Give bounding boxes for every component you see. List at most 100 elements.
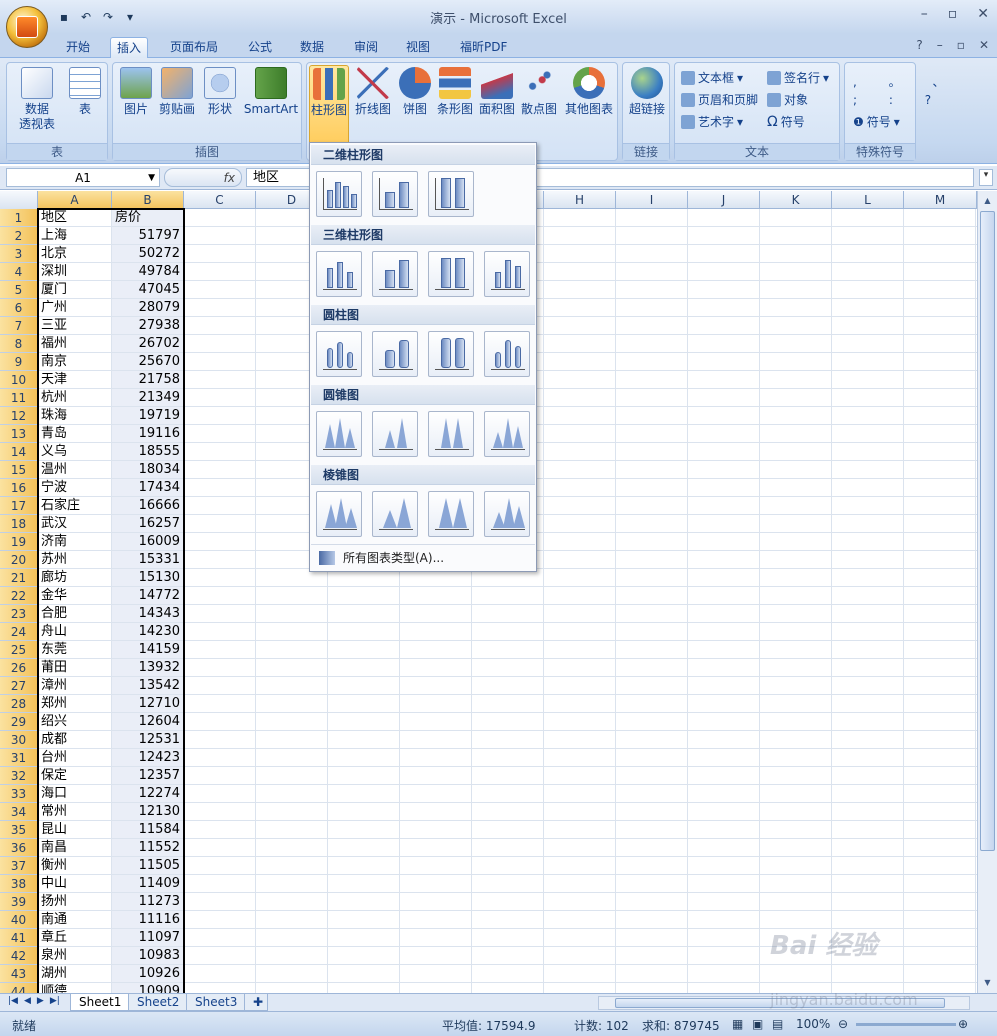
cell-b[interactable]: 47045 [112,281,184,299]
cell-a[interactable]: 台州 [38,749,112,767]
tab-page-layout[interactable]: 页面布局 [164,37,224,58]
cell-a[interactable]: 义乌 [38,443,112,461]
3d-stacked-column-icon[interactable] [372,251,418,297]
vertical-scroll-thumb[interactable] [980,211,995,851]
tab-foxit-pdf[interactable]: 福昕PDF [454,37,513,58]
row-header[interactable]: 11 [0,389,38,407]
column-header-j[interactable]: J [688,191,760,209]
column-header-m[interactable]: M [904,191,977,209]
cell-a[interactable]: 宁波 [38,479,112,497]
cell-b[interactable]: 12710 [112,695,184,713]
zoom-out-icon[interactable]: ⊖ [838,1017,848,1031]
cell-b[interactable]: 11097 [112,929,184,947]
row-header[interactable]: 40 [0,911,38,929]
cell-b[interactable]: 11409 [112,875,184,893]
vertical-scrollbar[interactable]: ▲ ▼ [977,191,997,993]
row-header[interactable]: 27 [0,677,38,695]
row-header[interactable]: 24 [0,623,38,641]
tab-view[interactable]: 视图 [400,37,436,58]
cell-b[interactable]: 19116 [112,425,184,443]
column-header-c[interactable]: C [184,191,256,209]
row-header[interactable]: 44 [0,983,38,993]
cell-b[interactable]: 14230 [112,623,184,641]
cell-b[interactable]: 12357 [112,767,184,785]
cell-b[interactable]: 51797 [112,227,184,245]
3d-cone-icon[interactable] [484,411,530,457]
expand-formula-bar-icon[interactable]: ▾ [979,169,993,186]
cell-a[interactable]: 东莞 [38,641,112,659]
pie-chart-button[interactable]: 饼图 [397,67,433,117]
cell-a[interactable]: 舟山 [38,623,112,641]
cell-a[interactable]: 福州 [38,335,112,353]
row-header[interactable]: 41 [0,929,38,947]
row-header[interactable]: 38 [0,875,38,893]
percent-stacked-column-icon[interactable] [428,171,474,217]
cell-b[interactable]: 27938 [112,317,184,335]
row-header[interactable]: 30 [0,731,38,749]
next-sheet-icon[interactable]: ▶ [37,996,44,1006]
cell-a[interactable]: 石家庄 [38,497,112,515]
percent-stacked-cylinder-icon[interactable] [428,331,474,377]
cell-a[interactable]: 北京 [38,245,112,263]
special-symbol-button[interactable]: ❶ 符号 ▾ [853,113,900,130]
cell-b[interactable]: 16257 [112,515,184,533]
row-header[interactable]: 8 [0,335,38,353]
row-header[interactable]: 10 [0,371,38,389]
column-header-k[interactable]: K [760,191,832,209]
page-layout-view-icon[interactable]: ▣ [752,1017,763,1031]
row-header[interactable]: 12 [0,407,38,425]
minimize-icon[interactable]: – [921,6,928,22]
cell-a[interactable]: 温州 [38,461,112,479]
3d-pyramid-icon[interactable] [484,491,530,537]
cell-b[interactable]: 28079 [112,299,184,317]
tab-data[interactable]: 数据 [294,37,330,58]
cell-b[interactable]: 11505 [112,857,184,875]
cell-b[interactable]: 16666 [112,497,184,515]
object-button[interactable]: 对象 [767,91,808,108]
row-header[interactable]: 29 [0,713,38,731]
cell-b[interactable]: 15130 [112,569,184,587]
3d-cylinder-icon[interactable] [484,331,530,377]
cell-a[interactable]: 常州 [38,803,112,821]
symbol-button[interactable]: Ω 符号 [767,113,805,130]
cell-a[interactable]: 金华 [38,587,112,605]
clustered-column-icon[interactable] [316,171,362,217]
row-header[interactable]: 25 [0,641,38,659]
row-header[interactable]: 17 [0,497,38,515]
cell-a[interactable]: 漳州 [38,677,112,695]
cell-b[interactable]: 14772 [112,587,184,605]
cell-a[interactable]: 南京 [38,353,112,371]
cell-b[interactable]: 房价 [112,209,184,227]
cell-b[interactable]: 49784 [112,263,184,281]
tab-insert[interactable]: 插入 [110,37,149,58]
cell-b[interactable]: 11584 [112,821,184,839]
cell-a[interactable]: 苏州 [38,551,112,569]
cell-b[interactable]: 18034 [112,461,184,479]
name-box[interactable]: A1 ▼ [6,168,160,187]
cell-b[interactable]: 19719 [112,407,184,425]
stacked-cylinder-icon[interactable] [372,331,418,377]
punctuation-row-2[interactable]: ; : ? [853,93,945,107]
zoom-in-icon[interactable]: ⊕ [958,1017,968,1031]
cell-a[interactable]: 保定 [38,767,112,785]
select-all-corner[interactable] [0,191,38,209]
table-button[interactable]: 表 [65,67,105,117]
prev-sheet-icon[interactable]: ◀ [24,996,31,1006]
cell-a[interactable]: 广州 [38,299,112,317]
page-break-view-icon[interactable]: ▤ [772,1017,783,1031]
cell-a[interactable]: 武汉 [38,515,112,533]
cell-a[interactable]: 厦门 [38,281,112,299]
maximize-icon[interactable]: ▫ [948,6,958,22]
hyperlink-button[interactable]: 超链接 [625,67,669,117]
help-icon[interactable]: ? [916,38,922,52]
cell-b[interactable]: 18555 [112,443,184,461]
row-header[interactable]: 9 [0,353,38,371]
cell-b[interactable]: 11273 [112,893,184,911]
column-header-h[interactable]: H [544,191,616,209]
cell-b[interactable]: 21758 [112,371,184,389]
cell-b[interactable]: 12274 [112,785,184,803]
cell-b[interactable]: 26702 [112,335,184,353]
clip-art-button[interactable]: 剪贴画 [157,67,197,117]
cell-b[interactable]: 11552 [112,839,184,857]
row-header[interactable]: 18 [0,515,38,533]
